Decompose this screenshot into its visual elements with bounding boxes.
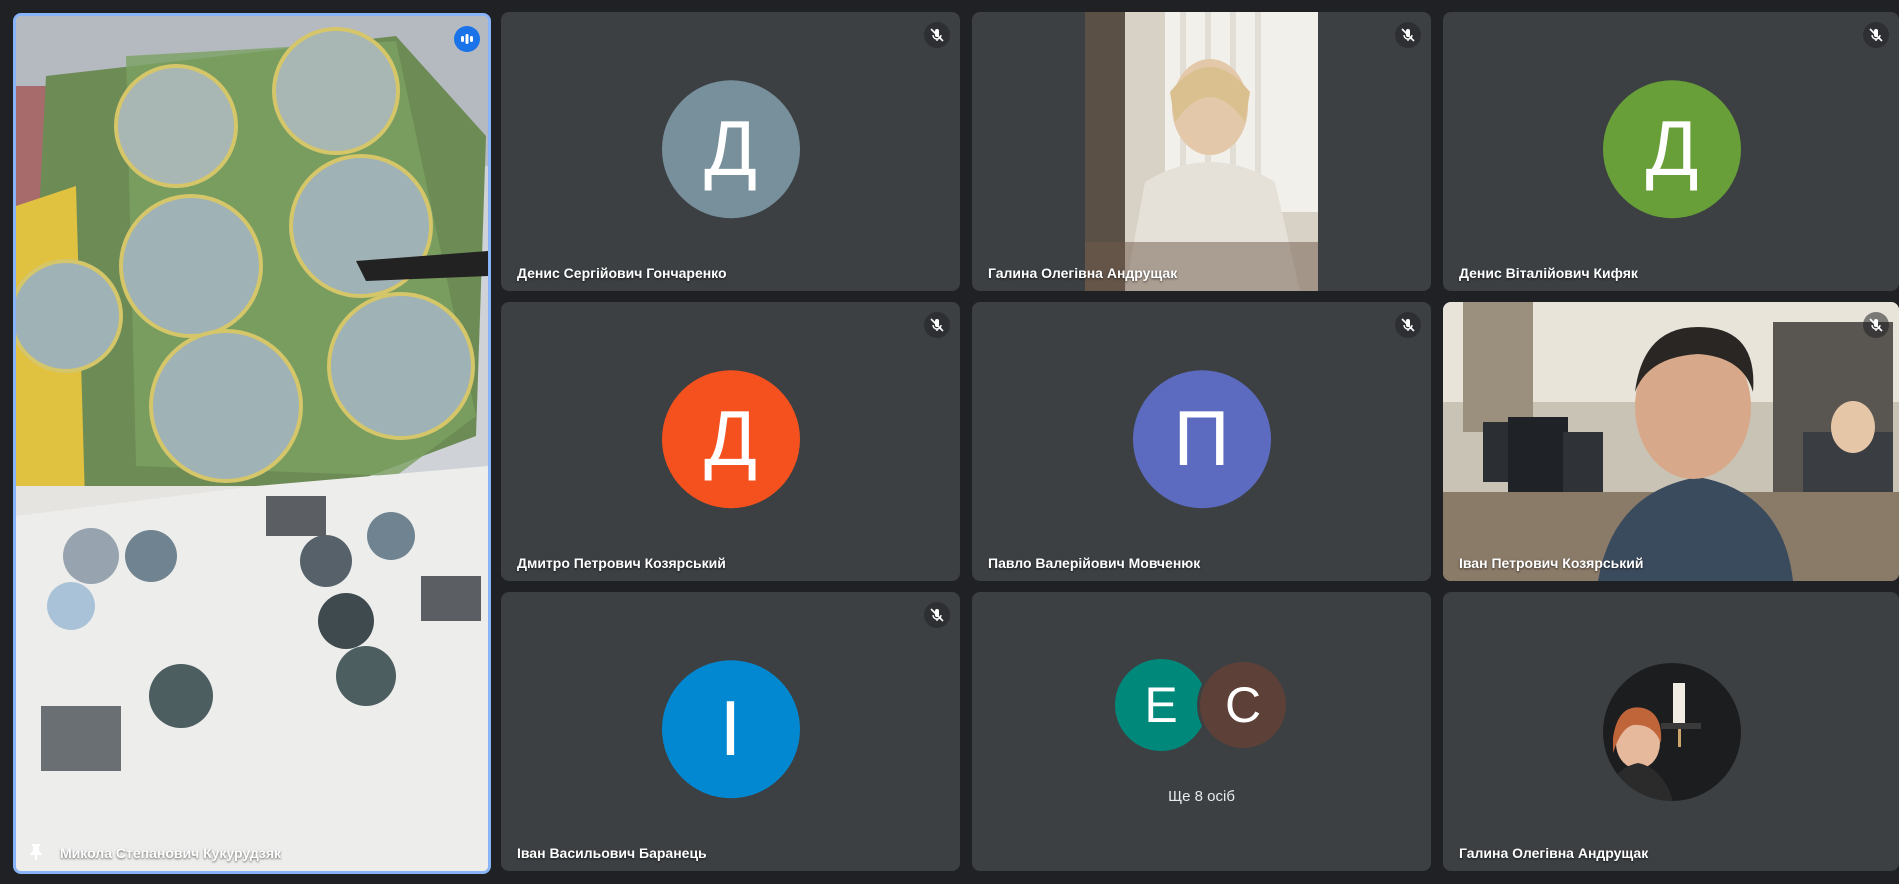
- avatar: С: [1197, 659, 1289, 751]
- participant-tile[interactable]: Д Дмитро Петрович Козярський: [501, 302, 960, 581]
- participant-name: Микола Степанович Кукурудзяк: [60, 845, 282, 861]
- participant-name: Павло Валерійович Мовченюк: [988, 555, 1201, 571]
- participant-name: Денис Сергійович Гончаренко: [517, 265, 727, 281]
- avatar: Д: [1603, 79, 1741, 218]
- mic-off-indicator: [924, 22, 950, 48]
- pinned-video-frame: [16, 16, 488, 871]
- mic-off-indicator: [1395, 312, 1421, 338]
- avatar: Д: [661, 369, 800, 508]
- mic-off-icon: [930, 608, 944, 622]
- participant-name: Галина Олегівна Андрущак: [988, 265, 1178, 281]
- participant-name: Іван Васильович Баранець: [517, 845, 707, 861]
- participant-name: Іван Петрович Козярський: [1459, 555, 1644, 571]
- mic-off-icon: [1869, 28, 1883, 42]
- participant-tile[interactable]: Д Денис Сергійович Гончаренко: [501, 12, 960, 291]
- participant-tile[interactable]: П Павло Валерійович Мовченюк: [972, 302, 1431, 581]
- participant-tile[interactable]: Галина Олегівна Андрущак: [972, 12, 1431, 291]
- avatar: Е: [1115, 659, 1207, 751]
- avatar: І: [661, 659, 800, 798]
- participant-tile[interactable]: Д Денис Віталійович Кифяк: [1443, 12, 1899, 291]
- avatar: П: [1132, 369, 1271, 508]
- mic-off-indicator: [1395, 22, 1421, 48]
- participant-name: Денис Віталійович Кифяк: [1459, 265, 1638, 281]
- speaking-indicator: [454, 26, 480, 52]
- mic-off-icon: [1401, 28, 1415, 42]
- mic-off-indicator: [1863, 22, 1889, 48]
- participant-tile[interactable]: Іван Петрович Козярський: [1443, 302, 1899, 581]
- mic-off-indicator: [1863, 312, 1889, 338]
- mic-off-icon: [1869, 318, 1883, 332]
- more-participants-label: Ще 8 осіб: [1168, 788, 1235, 805]
- mic-off-indicator: [924, 312, 950, 338]
- participant-tile[interactable]: Галина Олегівна Андрущак: [1443, 592, 1899, 871]
- avatar: Д: [661, 79, 800, 218]
- audio-level-icon: [461, 34, 473, 44]
- pin-icon[interactable]: [28, 843, 44, 861]
- pinned-tile[interactable]: Микола Степанович Кукурудзяк: [13, 13, 491, 874]
- participant-video: [1443, 302, 1899, 581]
- participant-name: Галина Олегівна Андрущак: [1459, 845, 1649, 861]
- participant-name: Дмитро Петрович Козярський: [517, 555, 726, 571]
- mic-off-icon: [930, 318, 944, 332]
- participant-tile[interactable]: І Іван Васильович Баранець: [501, 592, 960, 871]
- avatar: [1603, 663, 1741, 801]
- mic-off-icon: [1401, 318, 1415, 332]
- more-participants-tile[interactable]: Е С Ще 8 осіб: [972, 592, 1431, 871]
- mic-off-indicator: [924, 602, 950, 628]
- participant-video: [1085, 12, 1318, 291]
- mic-off-icon: [930, 28, 944, 42]
